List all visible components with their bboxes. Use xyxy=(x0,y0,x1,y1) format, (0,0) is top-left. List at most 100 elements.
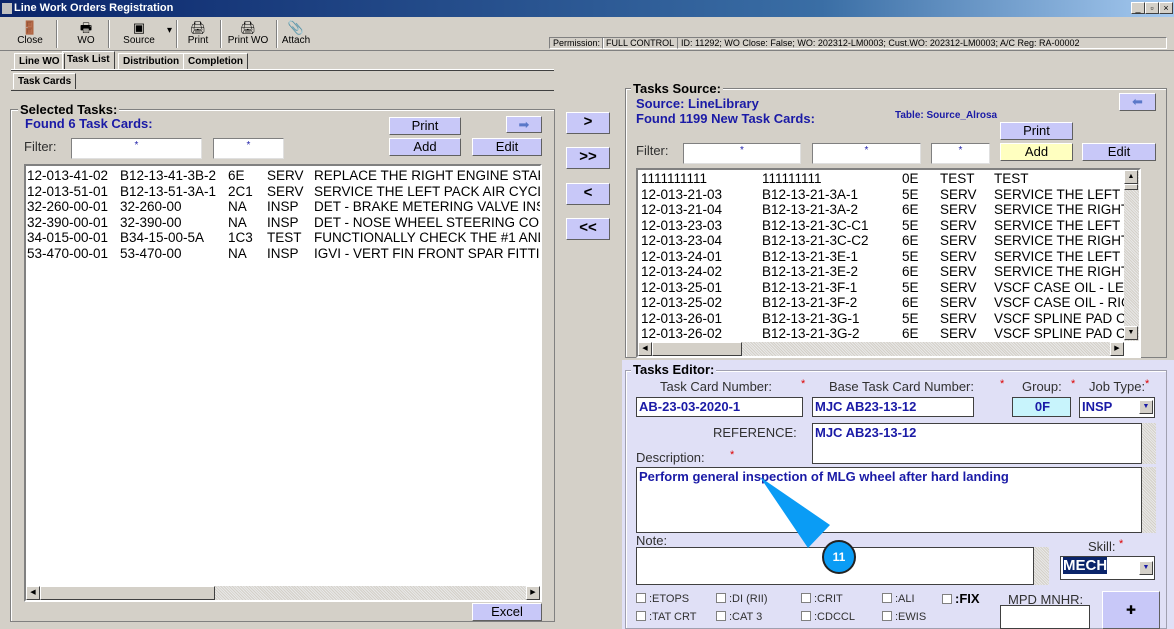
add-all-button[interactable]: >> xyxy=(566,147,610,169)
add-one-button[interactable]: > xyxy=(566,112,610,134)
list-item[interactable]: 32-260-00-01 32-260-00 NA INSP DET - BRAKE M… xyxy=(26,199,540,215)
source-edit-button[interactable]: Edit xyxy=(1082,143,1156,161)
scroll-up-button[interactable]: ▲ xyxy=(1124,170,1138,184)
job-type-select[interactable]: INSP ▼ xyxy=(1079,397,1155,418)
description-scrollbar[interactable] xyxy=(1142,467,1156,533)
cell: SERVICE THE LEFT ENGINE xyxy=(994,186,1124,202)
tab-line-wo[interactable]: Line WO xyxy=(14,53,65,69)
cell: 12-013-24-01 xyxy=(641,248,723,264)
remove-one-button[interactable]: < xyxy=(566,183,610,205)
source-filter-1[interactable]: * xyxy=(683,143,801,164)
source-vscrollbar[interactable]: ▲ ▼ xyxy=(1124,170,1139,341)
toolbar-close-button[interactable]: 🚪 Close xyxy=(8,19,52,49)
source-tasks-list[interactable]: 1111111111 111111111 0E TEST TEST 12-013-21-0… xyxy=(636,168,1141,358)
checkbox-box[interactable] xyxy=(716,611,726,621)
source-print-button[interactable]: Print xyxy=(1000,122,1073,140)
checkbox-box[interactable] xyxy=(882,593,892,603)
checkbox-ewis[interactable]: :EWIS xyxy=(882,611,926,623)
chevron-down-icon[interactable]: ▾ xyxy=(167,25,172,36)
selected-hscrollbar[interactable]: ◀ ▶ xyxy=(26,586,540,600)
list-item[interactable]: 32-390-00-01 32-390-00 NA INSP DET - NOSE WH… xyxy=(26,215,540,231)
scroll-right-button[interactable]: ▶ xyxy=(526,586,540,600)
checkbox-box[interactable] xyxy=(882,611,892,621)
checkbox-crit[interactable]: :CRIT xyxy=(801,593,843,605)
checkbox-box[interactable] xyxy=(801,611,811,621)
checkbox-box[interactable] xyxy=(636,611,646,621)
minimize-button[interactable]: _ xyxy=(1131,2,1145,14)
checkbox-fix[interactable]: :FIX xyxy=(942,591,980,606)
list-item[interactable]: 12-013-25-01 B12-13-21-3F-1 5E SERV VSCF CAS… xyxy=(638,280,1139,296)
toolbar-print-wo-button[interactable]: 🖨 Print WO xyxy=(224,19,272,49)
subtab-task-cards[interactable]: Task Cards xyxy=(13,73,77,89)
description-input[interactable]: Perform general inspection of MLG wheel … xyxy=(636,467,1142,533)
checkbox-box[interactable] xyxy=(942,594,952,604)
checkbox-etops[interactable]: :ETOPS xyxy=(636,593,689,605)
scroll-thumb[interactable] xyxy=(1124,184,1138,190)
maximize-button[interactable]: ▫ xyxy=(1145,2,1159,14)
list-item[interactable]: 12-013-23-03 B12-13-21-3C-C1 5E SERV SERVICE… xyxy=(638,218,1139,234)
toolbar-source-button[interactable]: ▣ Source ▾ xyxy=(116,19,172,49)
list-item[interactable]: 12-013-24-01 B12-13-21-3E-1 5E SERV SERVICE … xyxy=(638,249,1139,265)
list-item[interactable]: 12-013-21-04 B12-13-21-3A-2 6E SERV SERVICE … xyxy=(638,202,1139,218)
chevron-down-icon[interactable]: ▼ xyxy=(1139,400,1153,414)
list-item[interactable]: 12-013-21-03 B12-13-21-3A-1 5E SERV SERVICE … xyxy=(638,187,1139,203)
scroll-left-button[interactable]: ◀ xyxy=(26,586,40,600)
scroll-thumb[interactable] xyxy=(652,342,742,356)
selected-print-button[interactable]: Print xyxy=(389,117,461,135)
scroll-right-button[interactable]: ▶ xyxy=(1110,342,1124,356)
source-add-button[interactable]: Add xyxy=(1000,143,1073,161)
list-item[interactable]: 12-013-41-02 B12-13-41-3B-2 6E SERV REPLACE … xyxy=(26,168,540,184)
scroll-down-button[interactable]: ▼ xyxy=(1124,326,1138,340)
group-input[interactable]: 0F xyxy=(1012,397,1071,417)
selected-tasks-list[interactable]: 12-013-41-02 B12-13-41-3B-2 6E SERV REPLACE … xyxy=(24,164,542,602)
scroll-thumb[interactable] xyxy=(40,586,215,600)
base-task-card-input[interactable]: MJC AB23-13-12 xyxy=(812,397,974,417)
list-item[interactable]: 12-013-26-02 B12-13-21-3G-2 6E SERV VSCF SPL… xyxy=(638,326,1139,342)
list-item[interactable]: 12-013-23-04 B12-13-21-3C-C2 6E SERV SERVICE… xyxy=(638,233,1139,249)
checkbox-box[interactable] xyxy=(636,593,646,603)
list-item[interactable]: 12-013-25-02 B12-13-21-3F-2 6E SERV VSCF CAS… xyxy=(638,295,1139,311)
cell: REPLACE THE RIGHT ENGINE STARTER xyxy=(314,168,540,183)
add-task-button[interactable]: ✚ xyxy=(1102,591,1160,629)
close-window-button[interactable]: × xyxy=(1159,2,1173,14)
tab-completion[interactable]: Completion xyxy=(183,53,248,69)
mpd-mnhr-input[interactable] xyxy=(1000,605,1090,629)
list-item[interactable]: 34-015-00-01 B34-15-00-5A 1C3 TEST FUNCTIONA… xyxy=(26,230,540,246)
scroll-left-button[interactable]: ◀ xyxy=(638,342,652,356)
reference-input[interactable]: MJC AB23-13-12 xyxy=(812,423,1142,464)
checkbox-box[interactable] xyxy=(716,593,726,603)
selected-add-button[interactable]: Add xyxy=(389,138,461,156)
list-item[interactable]: 12-013-26-01 B12-13-21-3G-1 5E SERV VSCF SPL… xyxy=(638,311,1139,327)
source-filter-2[interactable]: * xyxy=(812,143,921,164)
selected-filter-2[interactable]: * xyxy=(213,138,284,159)
toolbar-print-button[interactable]: 🖨 Print xyxy=(180,19,216,49)
arrow-left-icon[interactable]: ⬅ xyxy=(1119,93,1156,111)
note-scrollbar[interactable] xyxy=(1034,547,1049,585)
checkbox-di-rii[interactable]: :DI (RII) xyxy=(716,593,768,605)
tab-task-list[interactable]: Task List xyxy=(62,51,115,69)
source-hscrollbar[interactable]: ◀ ▶ xyxy=(638,342,1124,356)
remove-all-button[interactable]: << xyxy=(566,218,610,240)
checkbox-cdccl[interactable]: :CDCCL xyxy=(801,611,855,623)
skill-select[interactable]: MECH ▼ xyxy=(1060,556,1155,580)
toolbar-wo-button[interactable]: 🖶 WO xyxy=(68,19,104,49)
list-item[interactable]: 53-470-00-01 53-470-00 NA INSP IGVI - VERT F… xyxy=(26,246,540,262)
selected-edit-button[interactable]: Edit xyxy=(472,138,542,156)
toolbar-attach-button[interactable]: 📎 Attach xyxy=(276,19,316,49)
reference-scrollbar[interactable] xyxy=(1142,423,1156,464)
selected-filter-1[interactable]: * xyxy=(71,138,202,159)
checkbox-ali[interactable]: :ALI xyxy=(882,593,915,605)
list-item[interactable]: 1111111111 111111111 0E TEST TEST xyxy=(638,171,1139,187)
checkbox-box[interactable] xyxy=(801,593,811,603)
required-marker: * xyxy=(1071,378,1076,390)
source-filter-3[interactable]: * xyxy=(931,143,990,164)
checkbox-cat-3[interactable]: :CAT 3 xyxy=(716,611,762,623)
list-item[interactable]: 12-013-51-01 B12-13-51-3A-1 2C1 SERV SERVICE… xyxy=(26,184,540,200)
task-card-number-input[interactable]: AB-23-03-2020-1 xyxy=(636,397,803,417)
excel-button[interactable]: Excel xyxy=(472,603,542,621)
tab-distribution[interactable]: Distribution xyxy=(118,53,185,69)
list-item[interactable]: 12-013-24-02 B12-13-21-3E-2 6E SERV SERVICE … xyxy=(638,264,1139,280)
checkbox-tat-crt[interactable]: :TAT CRT xyxy=(636,611,696,623)
chevron-down-icon[interactable]: ▼ xyxy=(1139,561,1153,575)
arrow-right-icon[interactable]: ➡ xyxy=(506,116,542,133)
